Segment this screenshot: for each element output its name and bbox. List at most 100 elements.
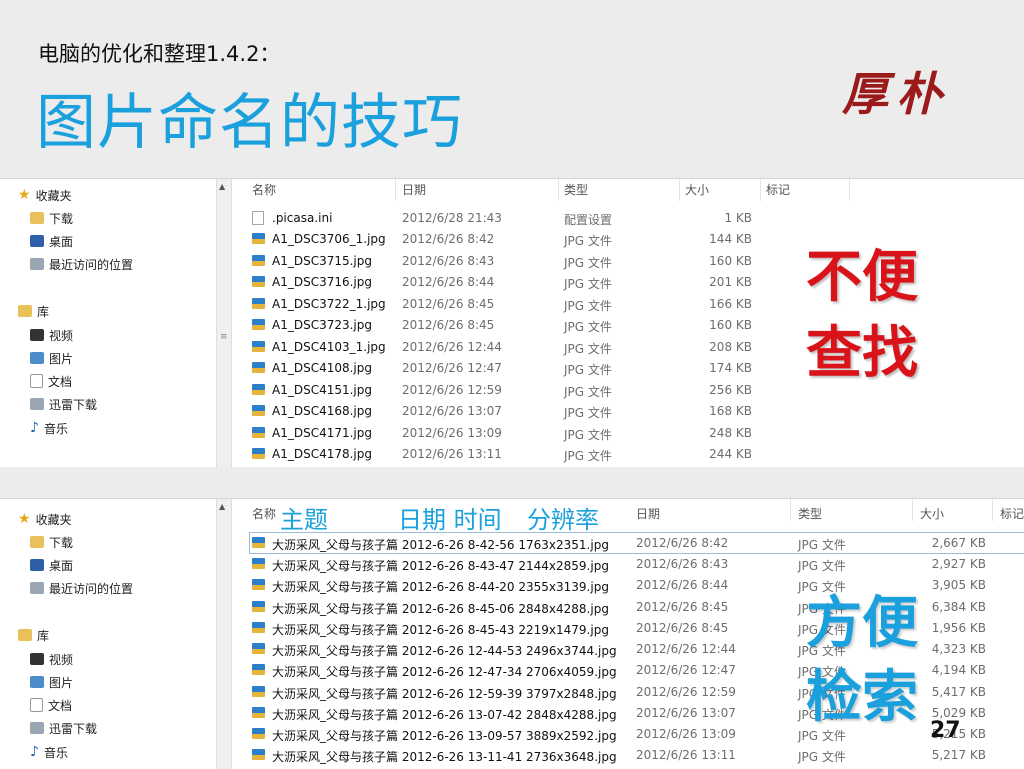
file-type: JPG 文件 bbox=[798, 559, 846, 573]
file-type: JPG 文件 bbox=[564, 320, 612, 334]
jpg-file-icon bbox=[252, 728, 265, 739]
documents-icon bbox=[30, 698, 43, 712]
nav-item-pictures[interactable]: 图片 bbox=[30, 348, 73, 368]
nav-label: 视频 bbox=[49, 652, 74, 667]
nav-item-recent[interactable]: 最近访问的位置 bbox=[30, 254, 133, 274]
recent-places-icon bbox=[30, 582, 44, 594]
file-row[interactable]: .picasa.ini 2012/6/28 21:43 配置设置 1 KB bbox=[232, 208, 1012, 228]
file-size: 160 KB bbox=[709, 254, 752, 268]
file-size: 160 KB bbox=[709, 318, 752, 332]
file-row[interactable]: 大沥采风_父母与孩子篇 2012-6-26 13-11-41 2736x3648… bbox=[232, 745, 1012, 765]
column-separator[interactable] bbox=[395, 179, 396, 201]
nav-scrollbar[interactable]: ▲ bbox=[216, 499, 232, 769]
nav-label: 收藏夹 bbox=[35, 188, 72, 203]
column-separator[interactable] bbox=[849, 179, 850, 201]
nav-item-favorites[interactable]: ★ 收藏夹 bbox=[18, 185, 72, 205]
nav-item-videos[interactable]: 视频 bbox=[30, 649, 73, 669]
jpg-file-icon bbox=[252, 362, 265, 373]
column-header-type[interactable]: 类型 bbox=[798, 505, 822, 522]
file-type: JPG 文件 bbox=[564, 299, 612, 313]
jpg-file-icon bbox=[252, 622, 265, 633]
jpg-file-icon bbox=[252, 319, 265, 330]
file-name: A1_DSC3715.jpg bbox=[272, 254, 373, 268]
music-note-icon: ♪ bbox=[30, 744, 39, 760]
nav-item-libraries[interactable]: 库 bbox=[18, 625, 49, 645]
file-size: 5,417 KB bbox=[931, 685, 986, 699]
column-header-size[interactable]: 大小 bbox=[920, 505, 944, 522]
file-date: 2012/6/26 8:45 bbox=[636, 600, 729, 614]
nav-item-favorites[interactable]: ★ 收藏夹 bbox=[18, 509, 72, 529]
column-separator[interactable] bbox=[558, 179, 559, 201]
file-name: 大沥采风_父母与孩子篇 2012-6-26 13-07-42 2848x4288… bbox=[272, 708, 617, 722]
nav-item-music[interactable]: ♪ 音乐 bbox=[30, 418, 68, 438]
file-date: 2012/6/26 8:42 bbox=[636, 536, 729, 550]
jpg-file-icon bbox=[252, 233, 265, 244]
column-header-tags[interactable]: 标记 bbox=[1000, 505, 1024, 522]
jpg-file-icon bbox=[252, 255, 265, 266]
column-header-date[interactable]: 日期 bbox=[636, 505, 660, 522]
file-date: 2012/6/26 8:43 bbox=[402, 254, 495, 268]
nav-scrollbar[interactable]: ▲ ≡ bbox=[216, 179, 232, 467]
library-icon bbox=[18, 629, 32, 641]
column-separator[interactable] bbox=[790, 499, 791, 521]
nav-item-libraries[interactable]: 库 bbox=[18, 301, 49, 321]
nav-item-music[interactable]: ♪ 音乐 bbox=[30, 742, 68, 762]
file-row[interactable]: A1_DSC4178.jpg 2012/6/26 13:11 JPG 文件 24… bbox=[232, 444, 1012, 464]
jpg-file-icon bbox=[252, 537, 265, 548]
file-row[interactable]: A1_DSC4168.jpg 2012/6/26 13:07 JPG 文件 16… bbox=[232, 401, 1012, 421]
nav-item-desktop[interactable]: 桌面 bbox=[30, 555, 73, 575]
nav-label: 文档 bbox=[48, 698, 73, 713]
nav-label: 最近访问的位置 bbox=[49, 257, 134, 272]
recent-places-icon bbox=[30, 258, 44, 270]
column-header-tags[interactable]: 标记 bbox=[766, 181, 790, 198]
jpg-file-icon bbox=[252, 298, 265, 309]
jpg-file-icon bbox=[252, 341, 265, 352]
page-number: 27 bbox=[930, 718, 961, 743]
file-name: 大沥采风_父母与孩子篇 2012-6-26 13-11-41 2736x3648… bbox=[272, 750, 617, 764]
column-separator[interactable] bbox=[679, 179, 680, 201]
file-type: JPG 文件 bbox=[564, 428, 612, 442]
file-type: JPG 文件 bbox=[564, 277, 612, 291]
file-date: 2012/6/26 13:07 bbox=[402, 404, 502, 418]
file-name: 大沥采风_父母与孩子篇 2012-6-26 13-09-57 3889x2592… bbox=[272, 729, 617, 743]
nav-item-documents[interactable]: 文档 bbox=[30, 371, 72, 391]
file-row[interactable]: A1_DSC4171.jpg 2012/6/26 13:09 JPG 文件 24… bbox=[232, 423, 1012, 443]
file-date: 2012/6/26 8:45 bbox=[402, 297, 495, 311]
nav-item-recent[interactable]: 最近访问的位置 bbox=[30, 578, 133, 598]
column-separator[interactable] bbox=[912, 499, 913, 521]
file-date: 2012/6/26 12:59 bbox=[636, 685, 736, 699]
jpg-file-icon bbox=[252, 276, 265, 287]
nav-item-pictures[interactable]: 图片 bbox=[30, 672, 73, 692]
nav-item-downloads[interactable]: 下载 bbox=[30, 208, 73, 228]
pictures-icon bbox=[30, 352, 44, 364]
column-separator[interactable] bbox=[760, 179, 761, 201]
documents-icon bbox=[30, 374, 43, 388]
file-row[interactable]: 大沥采风_父母与孩子篇 2012-6-26 8-43-47 2144x2859.… bbox=[232, 554, 1012, 574]
file-name: 大沥采风_父母与孩子篇 2012-6-26 12-47-34 2706x4059… bbox=[272, 665, 617, 679]
file-type: 配置设置 bbox=[564, 213, 613, 227]
scroll-grip-icon[interactable]: ≡ bbox=[220, 332, 228, 342]
jpg-file-icon bbox=[252, 448, 265, 459]
nav-label: 迅雷下载 bbox=[49, 721, 98, 736]
nav-item-downloads[interactable]: 下载 bbox=[30, 532, 73, 552]
nav-item-documents[interactable]: 文档 bbox=[30, 695, 72, 715]
nav-item-desktop[interactable]: 桌面 bbox=[30, 231, 73, 251]
column-header-type[interactable]: 类型 bbox=[564, 181, 588, 198]
nav-item-videos[interactable]: 视频 bbox=[30, 325, 73, 345]
nav-item-thunder[interactable]: 迅雷下载 bbox=[30, 394, 97, 414]
nav-label: 图片 bbox=[49, 351, 74, 366]
column-header-size[interactable]: 大小 bbox=[685, 181, 709, 198]
scroll-up-arrow-icon[interactable]: ▲ bbox=[219, 502, 225, 511]
jpg-file-icon bbox=[252, 579, 265, 590]
jpg-file-icon bbox=[252, 558, 265, 569]
pictures-icon bbox=[30, 676, 44, 688]
file-date: 2012/6/26 13:09 bbox=[402, 426, 502, 440]
column-header-name[interactable]: 名称 bbox=[252, 505, 276, 522]
file-type: JPG 文件 bbox=[564, 449, 612, 463]
column-header-name[interactable]: 名称 bbox=[252, 181, 276, 198]
file-row[interactable]: 大沥采风_父母与孩子篇 2012-6-26 8-42-56 1763x2351.… bbox=[232, 533, 1012, 553]
nav-item-thunder[interactable]: 迅雷下载 bbox=[30, 718, 97, 738]
column-separator[interactable] bbox=[992, 499, 993, 521]
column-header-date[interactable]: 日期 bbox=[402, 181, 426, 198]
scroll-up-arrow-icon[interactable]: ▲ bbox=[219, 182, 225, 191]
